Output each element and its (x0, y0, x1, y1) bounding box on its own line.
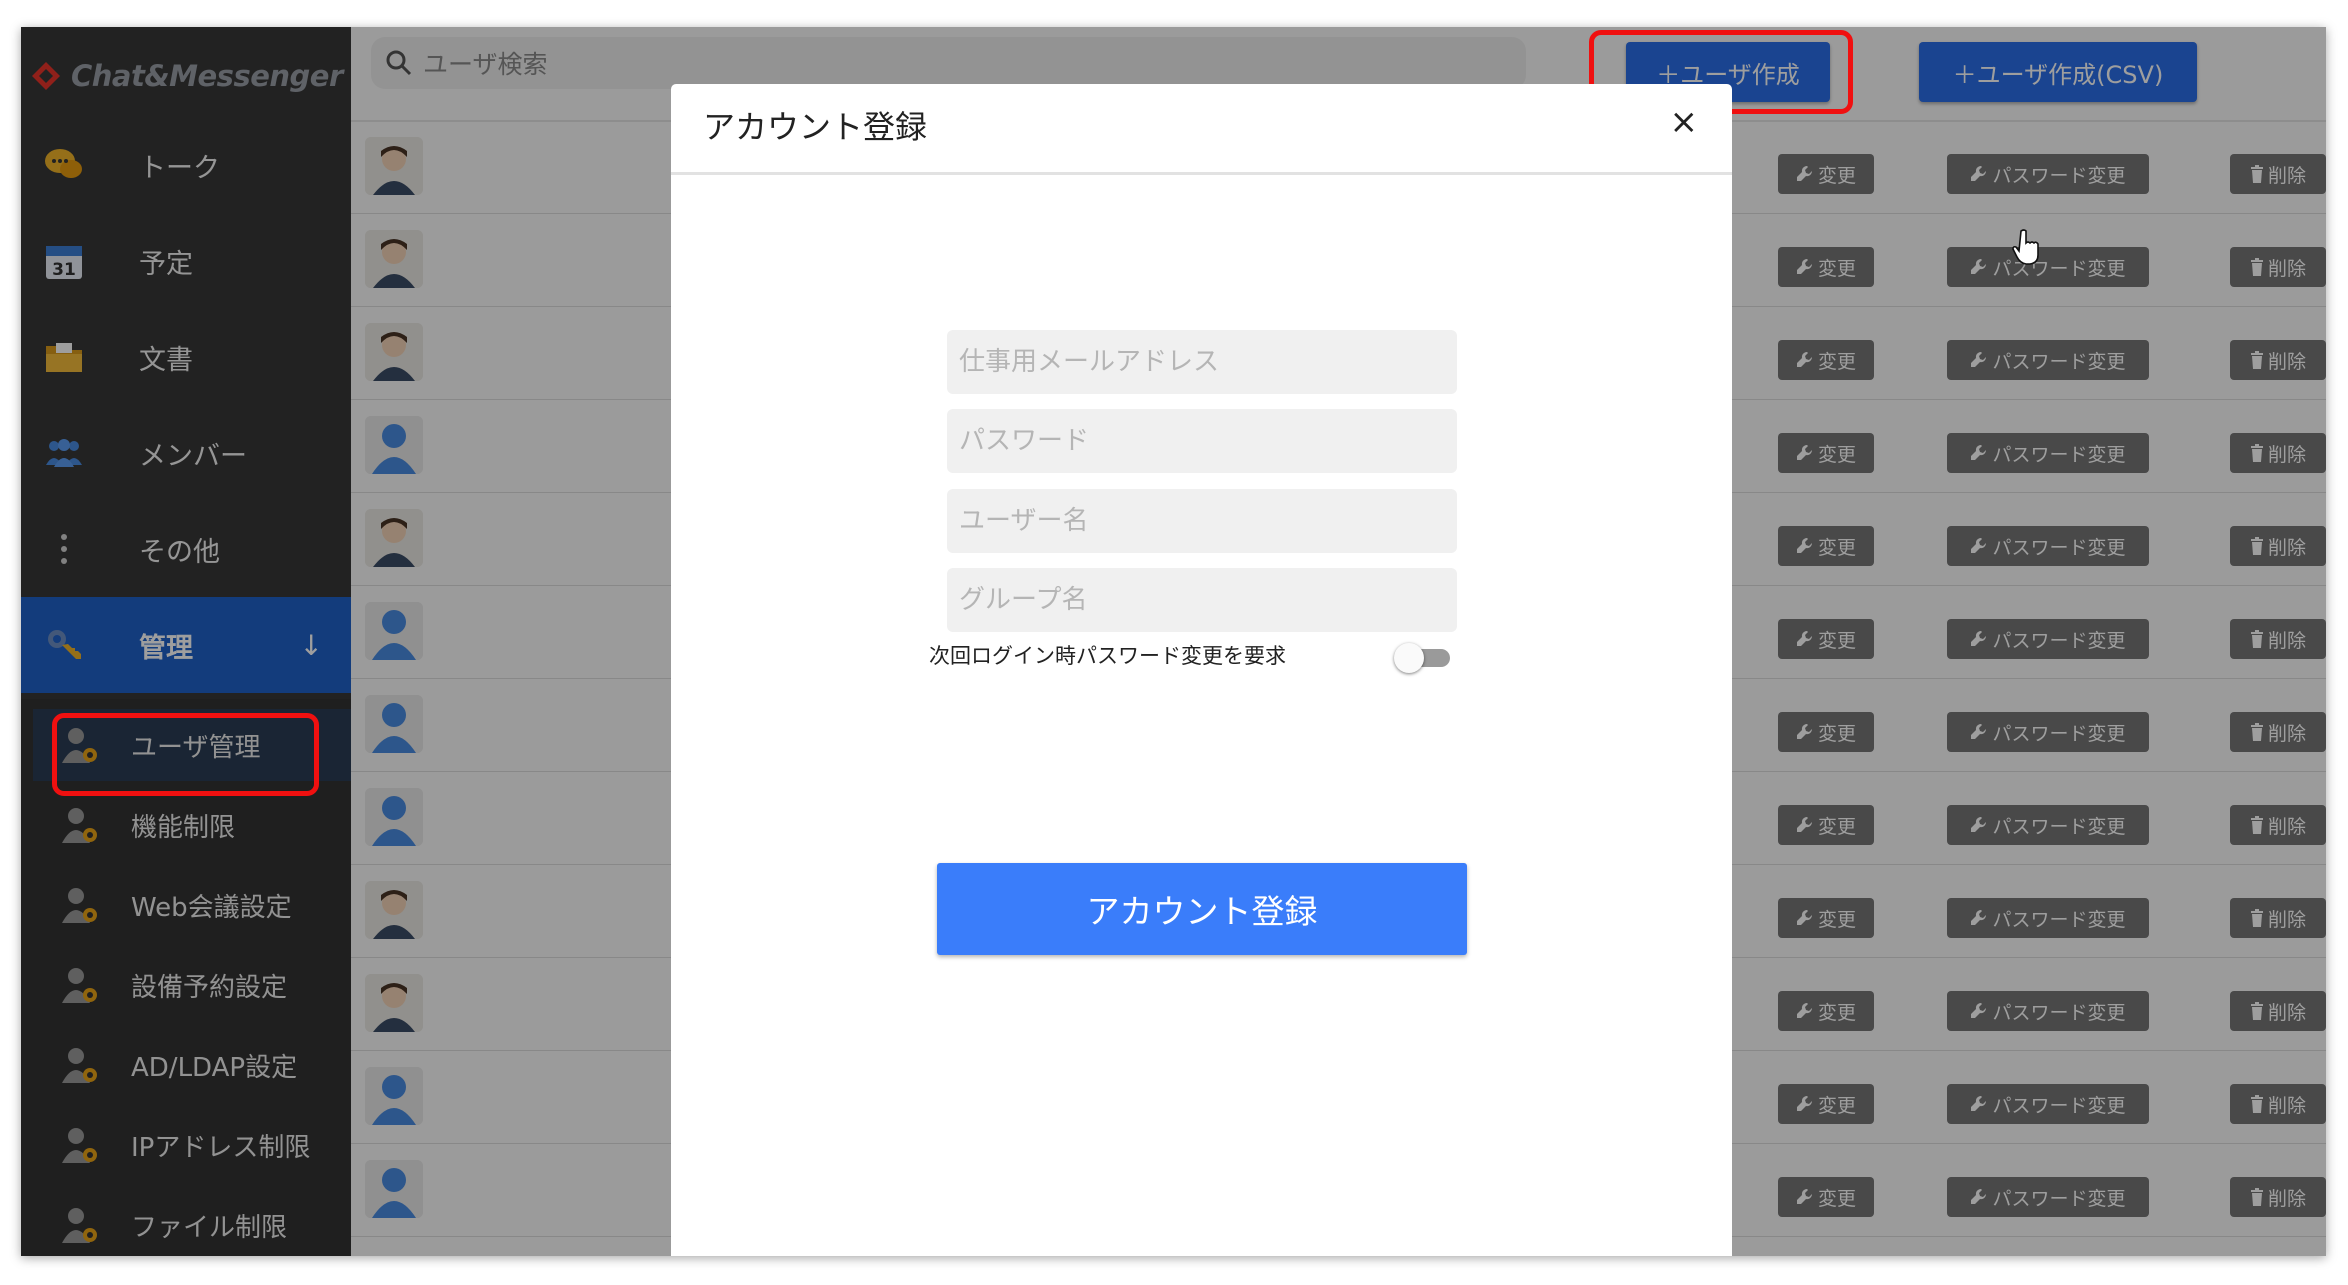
dialog-title: アカウント登録 (703, 108, 928, 146)
hand-cursor-icon (2012, 229, 2039, 265)
email-field[interactable] (947, 330, 1457, 394)
account-register-dialog: アカウント登録 × 次回ログイン時パスワード変更を要求 アカウント登録 (671, 84, 1732, 1256)
toggle-knob (1394, 643, 1424, 673)
require-password-change-label: 次回ログイン時パスワード変更を要求 (929, 644, 1286, 668)
highlight-user-management (52, 713, 319, 796)
group-field[interactable] (947, 568, 1457, 632)
password-field[interactable] (947, 409, 1457, 473)
username-field[interactable] (947, 489, 1457, 553)
account-register-button[interactable]: アカウント登録 (937, 863, 1467, 955)
close-icon[interactable]: × (1670, 102, 1699, 142)
require-password-change-toggle[interactable] (1390, 641, 1452, 673)
app-window: Chat&Messenger トーク 31 予定 文書 メンバー その他 管理 … (21, 27, 2326, 1256)
dialog-header: アカウント登録 × (671, 84, 1732, 175)
